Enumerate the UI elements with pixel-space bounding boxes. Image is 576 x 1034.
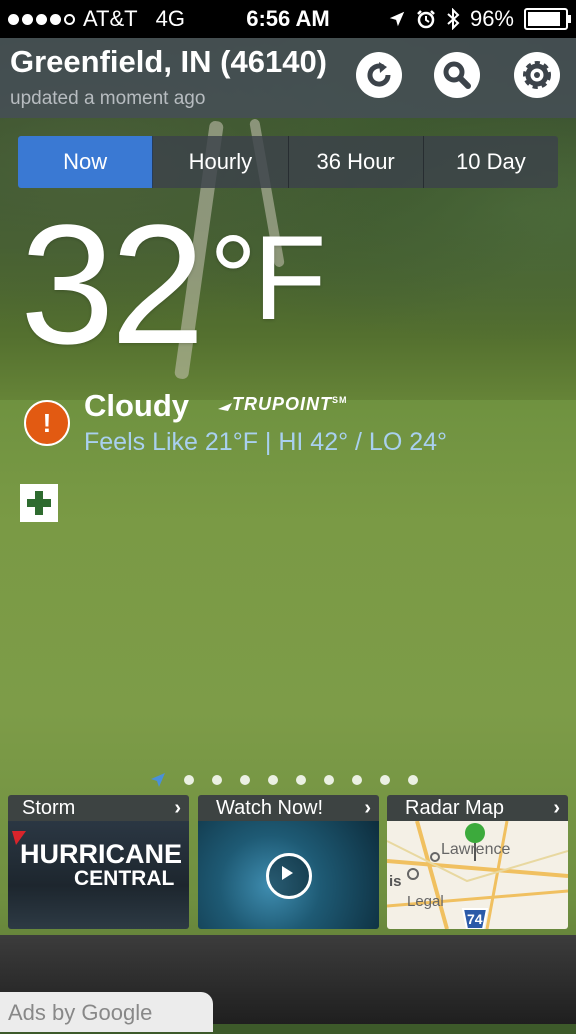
gear-icon xyxy=(523,61,551,89)
status-bar: AT&T 4G 6:56 AM 96% xyxy=(0,0,576,38)
temperature-unit: °F xyxy=(209,211,326,345)
trupoint-swoosh-icon xyxy=(218,403,232,412)
battery-icon xyxy=(524,8,571,30)
page-dot xyxy=(296,775,306,785)
hurricane-text: HURRICANE xyxy=(20,839,182,869)
card-title: Watch Now! › xyxy=(198,795,379,821)
search-icon xyxy=(443,61,471,89)
refresh-button[interactable] xyxy=(356,52,402,98)
page-dot xyxy=(324,775,334,785)
alarm-icon xyxy=(417,10,435,29)
play-button[interactable] xyxy=(266,853,312,899)
page-dot xyxy=(184,775,194,785)
bluetooth-icon xyxy=(447,8,460,30)
tab-10-day[interactable]: 10 Day xyxy=(423,136,558,188)
play-icon xyxy=(282,866,293,880)
map-label-is: is xyxy=(389,873,402,890)
current-temperature: 32°F xyxy=(20,200,326,370)
plus-icon xyxy=(27,491,51,515)
page-dot xyxy=(408,775,418,785)
page-indicator[interactable] xyxy=(150,772,418,788)
location-page-icon xyxy=(151,773,165,787)
map-label-legal: Legal xyxy=(407,893,444,910)
temperature-value: 32 xyxy=(20,190,205,380)
tab-now[interactable]: Now xyxy=(18,136,154,188)
page-dot xyxy=(380,775,390,785)
radar-map-thumbnail: Lawrence Legal 74 is xyxy=(387,821,568,929)
ads-by-google-label[interactable]: Ads by Google xyxy=(0,992,213,1032)
feels-like-label: Feels Like 21°F | HI 42° / LO 24° xyxy=(84,428,448,456)
central-text: CENTRAL xyxy=(74,867,175,890)
battery-percent: 96% xyxy=(469,6,514,31)
tab-hourly[interactable]: Hourly xyxy=(153,136,289,188)
watch-now-card[interactable]: Watch Now! › xyxy=(198,795,379,929)
card-title: Storm › xyxy=(8,795,189,821)
location-arrow-icon xyxy=(389,11,405,27)
storm-thumbnail: HURRICANE CENTRAL xyxy=(8,821,189,929)
map-label-74: 74 xyxy=(467,911,483,927)
refresh-icon xyxy=(367,62,391,87)
updated-label: updated a moment ago xyxy=(10,88,206,109)
tab-36-hour[interactable]: 36 Hour xyxy=(288,136,424,188)
page-dot xyxy=(212,775,222,785)
storm-card[interactable]: Storm › HURRICANE CENTRAL xyxy=(8,795,189,929)
chevron-right-icon: › xyxy=(364,797,371,819)
page-dot xyxy=(240,775,250,785)
weather-alert-button[interactable]: ! xyxy=(24,400,70,446)
settings-button[interactable] xyxy=(514,52,560,98)
page-dot xyxy=(268,775,278,785)
radar-map-card[interactable]: Radar Map › Lawrence Legal 74 is xyxy=(387,795,568,929)
background-grass xyxy=(0,400,576,1024)
map-label-lawrence: Lawrence xyxy=(441,841,511,858)
location-title[interactable]: Greenfield, IN (46140) xyxy=(10,44,327,80)
app-header: Greenfield, IN (46140) updated a moment … xyxy=(0,38,576,118)
search-button[interactable] xyxy=(434,52,480,98)
condition-label: Cloudy xyxy=(84,388,190,423)
card-title: Radar Map › xyxy=(387,795,568,821)
chevron-right-icon: › xyxy=(174,797,181,819)
chevron-right-icon: › xyxy=(553,797,560,819)
video-thumbnail xyxy=(198,821,379,929)
trupoint-logo: TRUPOINTSM xyxy=(218,394,348,415)
add-location-button[interactable] xyxy=(20,484,58,522)
alert-icon: ! xyxy=(42,407,52,438)
forecast-tabs: Now Hourly 36 Hour 10 Day xyxy=(18,136,558,188)
page-dot xyxy=(352,775,362,785)
